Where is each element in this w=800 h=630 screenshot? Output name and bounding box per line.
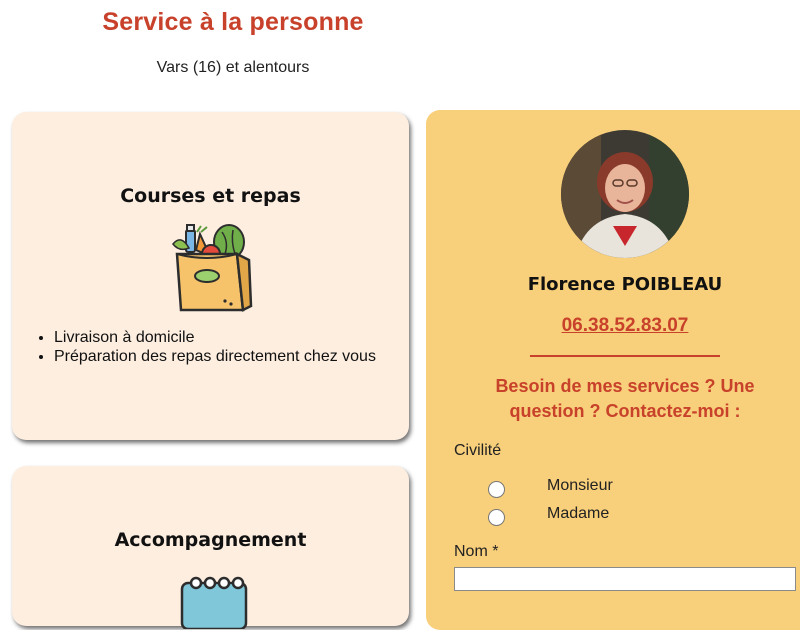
avatar-photo <box>561 130 689 258</box>
service-card-courses: Courses et repas Livraison à domicile Pr… <box>12 112 409 440</box>
civility-label: Civilité <box>454 442 502 459</box>
person-name: Florence POIBLEAU <box>527 274 723 295</box>
radio-label-monsieur: Monsieur <box>547 477 613 494</box>
avatar <box>561 130 689 258</box>
divider <box>530 355 720 357</box>
service-card-accompagnement: Accompagnement <box>12 466 409 629</box>
radio-label-madame: Madame <box>547 505 610 522</box>
service-card-title: Accompagnement <box>114 529 307 551</box>
calendar-icon <box>180 576 248 629</box>
radio-monsieur[interactable] <box>488 481 505 498</box>
site-subtitle: Vars (16) et alentours <box>156 59 310 76</box>
service-list: Livraison à domicile Préparation des rep… <box>34 328 376 366</box>
list-item: Livraison à domicile <box>54 328 376 347</box>
radio-madame[interactable] <box>488 509 505 526</box>
name-label: Nom * <box>454 543 499 560</box>
grocery-bag-icon <box>172 224 253 312</box>
site-title: Service à la personne <box>102 8 364 36</box>
contact-panel: Florence POIBLEAU 06.38.52.83.07 Besoin … <box>426 110 800 630</box>
service-card-title: Courses et repas <box>120 185 301 207</box>
phone-link[interactable]: 06.38.52.83.07 <box>426 315 800 337</box>
name-input[interactable] <box>454 567 796 591</box>
list-item: Préparation des repas directement chez v… <box>54 347 376 366</box>
contact-cta: Besoin de mes services ? Une question ? … <box>495 376 755 421</box>
